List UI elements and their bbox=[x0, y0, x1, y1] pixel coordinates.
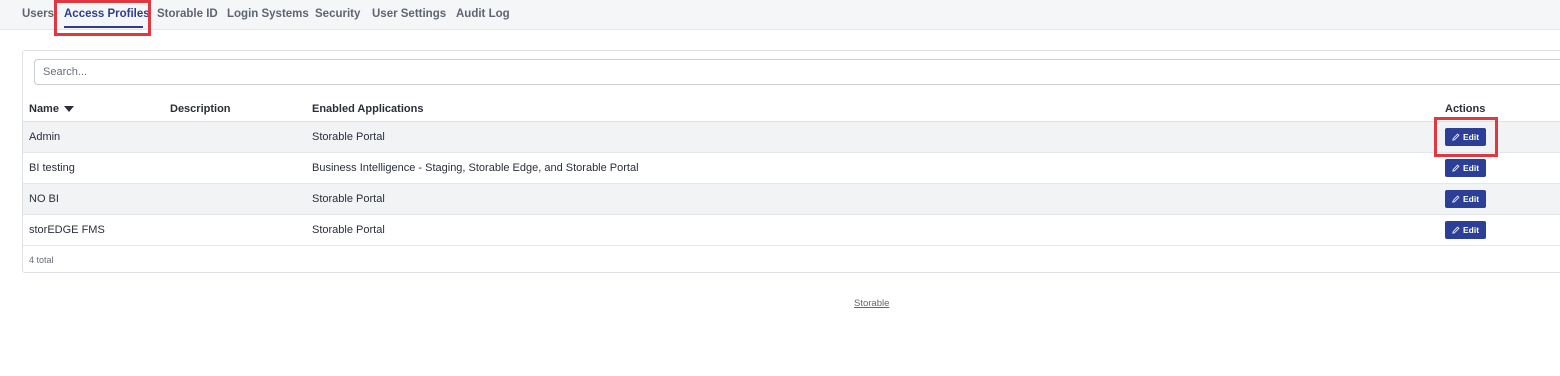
tab-user-settings[interactable]: User Settings bbox=[372, 8, 446, 20]
pencil-icon bbox=[1452, 226, 1460, 234]
tab-login-systems[interactable]: Login Systems bbox=[227, 8, 309, 20]
tab-storable-id[interactable]: Storable ID bbox=[157, 8, 218, 20]
edit-button-label: Edit bbox=[1462, 225, 1480, 235]
edit-button-label: Edit bbox=[1462, 132, 1480, 142]
edit-button[interactable]: Edit bbox=[1445, 190, 1486, 208]
tab-bar: Users Access Profiles Storable ID Login … bbox=[0, 0, 1560, 30]
column-header-name-label: Name bbox=[29, 103, 59, 115]
profile-applications: Storable Portal bbox=[312, 224, 385, 236]
column-header-actions: Actions bbox=[1445, 103, 1486, 115]
profile-name: storEDGE FMS bbox=[29, 224, 105, 236]
sort-down-icon[interactable] bbox=[63, 106, 74, 113]
tab-access-profiles[interactable]: Access Profiles bbox=[64, 8, 150, 20]
search-input[interactable] bbox=[34, 59, 1560, 85]
table-row: NO BI Storable Portal Edit bbox=[23, 184, 1560, 215]
column-header-description: Description bbox=[170, 103, 231, 115]
edit-button[interactable]: Edit bbox=[1445, 128, 1486, 146]
active-tab-indicator bbox=[64, 26, 143, 28]
edit-button-label: Edit bbox=[1462, 194, 1480, 204]
profile-name: Admin bbox=[29, 131, 61, 143]
profile-applications: Business Intelligence - Staging, Storabl… bbox=[312, 162, 639, 174]
tab-users[interactable]: Users bbox=[22, 8, 54, 20]
table-row: BI testing Business Intelligence - Stagi… bbox=[23, 153, 1560, 184]
table-row: storEDGE FMS Storable Portal Edit bbox=[23, 215, 1560, 246]
pencil-icon bbox=[1452, 164, 1460, 172]
edit-button-label: Edit bbox=[1462, 163, 1480, 173]
profile-name: NO BI bbox=[29, 193, 59, 205]
column-header-name[interactable]: Name bbox=[29, 103, 74, 115]
profile-name: BI testing bbox=[29, 162, 75, 174]
edit-button[interactable]: Edit bbox=[1445, 159, 1486, 177]
pencil-icon bbox=[1452, 195, 1460, 203]
total-count: 4 total bbox=[29, 255, 54, 265]
profile-applications: Storable Portal bbox=[312, 131, 385, 143]
footer-storable-link[interactable]: Storable bbox=[854, 298, 889, 309]
profile-applications: Storable Portal bbox=[312, 193, 385, 205]
edit-button[interactable]: Edit bbox=[1445, 221, 1486, 239]
access-profiles-panel: Name Description Enabled Applications Ac… bbox=[22, 50, 1560, 273]
tab-security[interactable]: Security bbox=[315, 8, 360, 20]
pencil-icon bbox=[1452, 133, 1460, 141]
table-row: Admin Storable Portal Edit bbox=[23, 122, 1560, 153]
tab-audit-log[interactable]: Audit Log bbox=[456, 8, 510, 20]
column-header-enabled-applications: Enabled Applications bbox=[312, 103, 424, 115]
